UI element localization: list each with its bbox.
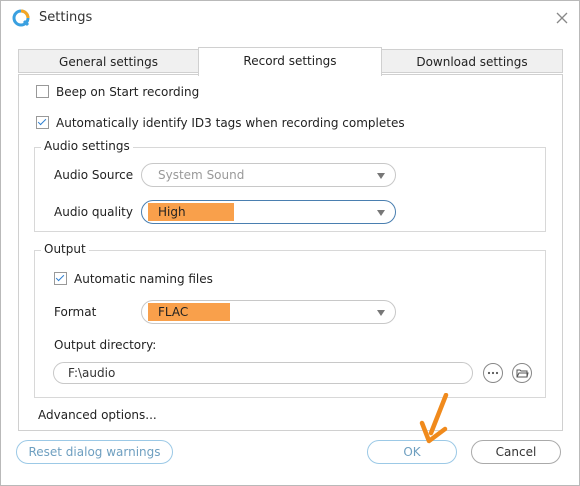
- format-select[interactable]: FLAC: [141, 300, 396, 324]
- audio-source-select[interactable]: System Sound: [141, 163, 396, 187]
- tab-download-settings[interactable]: Download settings: [381, 49, 563, 73]
- ellipsis-icon: [487, 371, 499, 375]
- audio-quality-select[interactable]: High: [141, 200, 396, 224]
- id3-label: Automatically identify ID3 tags when rec…: [56, 116, 405, 130]
- audio-settings-title: Audio settings: [41, 139, 133, 153]
- output-directory-field[interactable]: F:\audio: [53, 362, 473, 384]
- beep-checkbox[interactable]: [36, 85, 49, 98]
- tab-general-settings[interactable]: General settings: [18, 49, 199, 73]
- tab-record-settings[interactable]: Record settings: [198, 47, 382, 76]
- id3-checkbox[interactable]: [36, 116, 49, 129]
- beep-label: Beep on Start recording: [56, 85, 200, 99]
- output-directory-label: Output directory:: [54, 338, 157, 352]
- audio-quality-value: High: [158, 205, 186, 219]
- audio-quality-label: Audio quality: [54, 205, 133, 219]
- cancel-button[interactable]: Cancel: [471, 440, 561, 464]
- open-folder-button[interactable]: [512, 363, 532, 383]
- id3-checkbox-row[interactable]: Automatically identify ID3 tags when rec…: [36, 116, 405, 130]
- close-icon[interactable]: [553, 9, 571, 27]
- auto-naming-checkbox[interactable]: [54, 272, 67, 285]
- output-title: Output: [41, 242, 89, 256]
- window-title: Settings: [39, 10, 93, 25]
- chevron-down-icon: [377, 173, 385, 179]
- settings-dialog: Settings General settings Record setting…: [0, 0, 580, 486]
- title-bar: Settings: [1, 1, 579, 35]
- audio-source-label: Audio Source: [54, 168, 134, 182]
- audio-source-value: System Sound: [158, 168, 245, 182]
- tab-bar: General settings Record settings Downloa…: [18, 47, 563, 76]
- more-options-button[interactable]: [483, 363, 503, 383]
- auto-naming-label: Automatic naming files: [74, 272, 213, 286]
- chevron-down-icon: [377, 210, 385, 216]
- reset-dialog-warnings-button[interactable]: Reset dialog warnings: [16, 440, 173, 464]
- beep-checkbox-row[interactable]: Beep on Start recording: [36, 85, 199, 99]
- auto-naming-checkbox-row[interactable]: Automatic naming files: [54, 272, 213, 286]
- format-label: Format: [54, 305, 97, 319]
- app-logo-icon: [12, 9, 30, 27]
- annotation-arrow-icon: [419, 393, 449, 444]
- chevron-down-icon: [377, 310, 385, 316]
- folder-icon: [516, 369, 529, 378]
- format-value: FLAC: [158, 305, 189, 319]
- advanced-options-link[interactable]: Advanced options...: [38, 408, 157, 422]
